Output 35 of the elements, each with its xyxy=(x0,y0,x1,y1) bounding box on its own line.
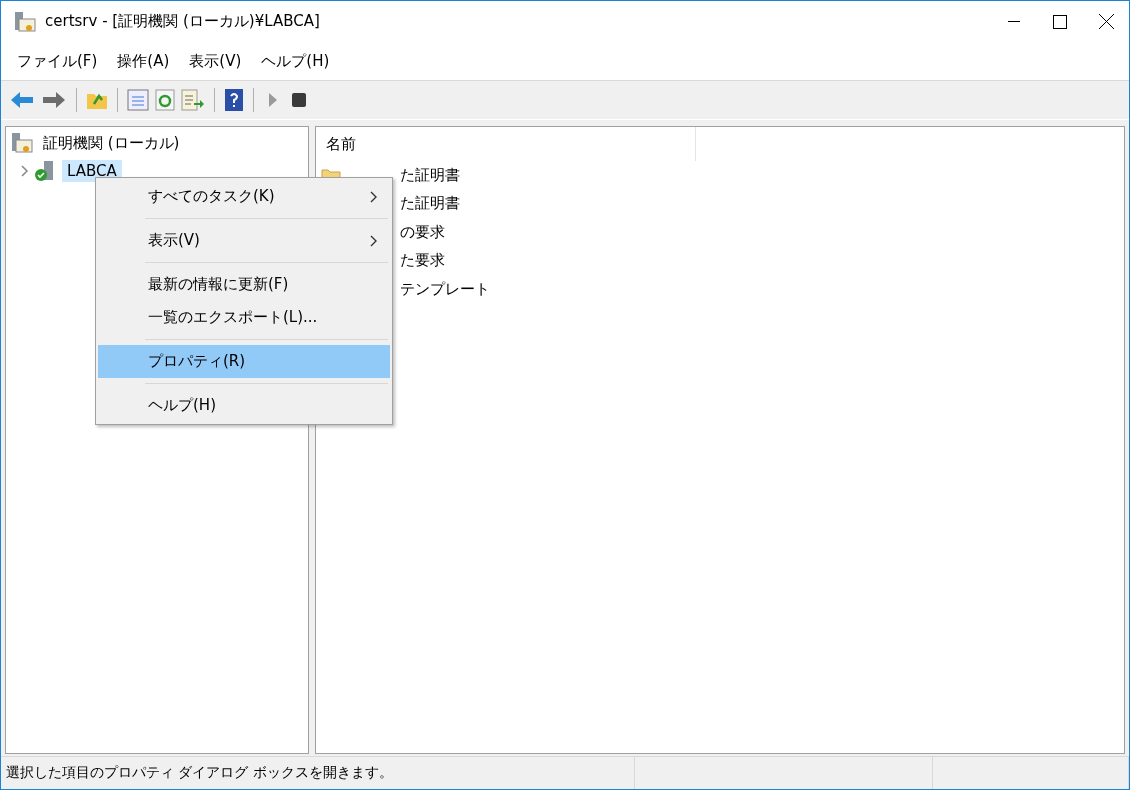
context-menu-item[interactable]: 最新の情報に更新(F) xyxy=(98,268,390,301)
menu-item[interactable]: 表示(V) xyxy=(179,51,252,71)
close-icon xyxy=(1098,14,1114,29)
export-list-icon[interactable] xyxy=(181,89,205,111)
stop-icon[interactable] xyxy=(289,91,309,109)
list-item[interactable]: テンプレート xyxy=(400,279,490,299)
list-item[interactable]: た証明書 xyxy=(400,165,460,185)
window-title: certsrv - [証明機関 (ローカル)¥LABCA] xyxy=(45,12,321,31)
status-text: 選択した項目のプロパティ ダイアログ ボックスを開きます。 xyxy=(1,757,635,789)
menu-item[interactable]: 操作(A) xyxy=(107,51,180,71)
submenu-chevron-icon xyxy=(370,190,378,203)
tree-item[interactable]: 証明機関 (ローカル) xyxy=(38,131,185,155)
forward-arrow-icon[interactable] xyxy=(41,90,67,110)
list-item[interactable]: た要求 xyxy=(400,251,445,271)
submenu-chevron-icon xyxy=(370,234,378,247)
expand-chevron-icon[interactable] xyxy=(18,164,30,178)
context-menu-item[interactable]: 一覧のエクスポート(L)... xyxy=(98,301,390,334)
context-menu-item[interactable]: プロパティ(R) xyxy=(98,345,390,378)
minimize-icon xyxy=(1008,20,1020,23)
column-header[interactable]: 名前 xyxy=(316,127,696,161)
context-menu-item[interactable]: ヘルプ(H) xyxy=(98,389,390,422)
back-arrow-icon[interactable] xyxy=(9,90,35,110)
context-menu-item[interactable]: 表示(V) xyxy=(98,224,390,257)
maximize-icon xyxy=(1053,14,1067,29)
tree-item[interactable]: LABCA xyxy=(62,160,122,182)
menu-item[interactable]: ヘルプ(H) xyxy=(251,51,340,71)
certificate-server-icon xyxy=(13,9,37,34)
help-icon[interactable] xyxy=(224,88,244,112)
list-item[interactable]: た証明書 xyxy=(400,194,460,214)
certificate-server-icon xyxy=(10,131,34,155)
menu-item[interactable]: ファイル(F) xyxy=(7,51,108,71)
list-item[interactable]: の要求 xyxy=(400,222,445,242)
refresh-icon[interactable] xyxy=(155,89,175,111)
list-window-icon[interactable] xyxy=(127,89,149,111)
context-menu-item[interactable]: すべてのタスク(K) xyxy=(98,180,390,213)
